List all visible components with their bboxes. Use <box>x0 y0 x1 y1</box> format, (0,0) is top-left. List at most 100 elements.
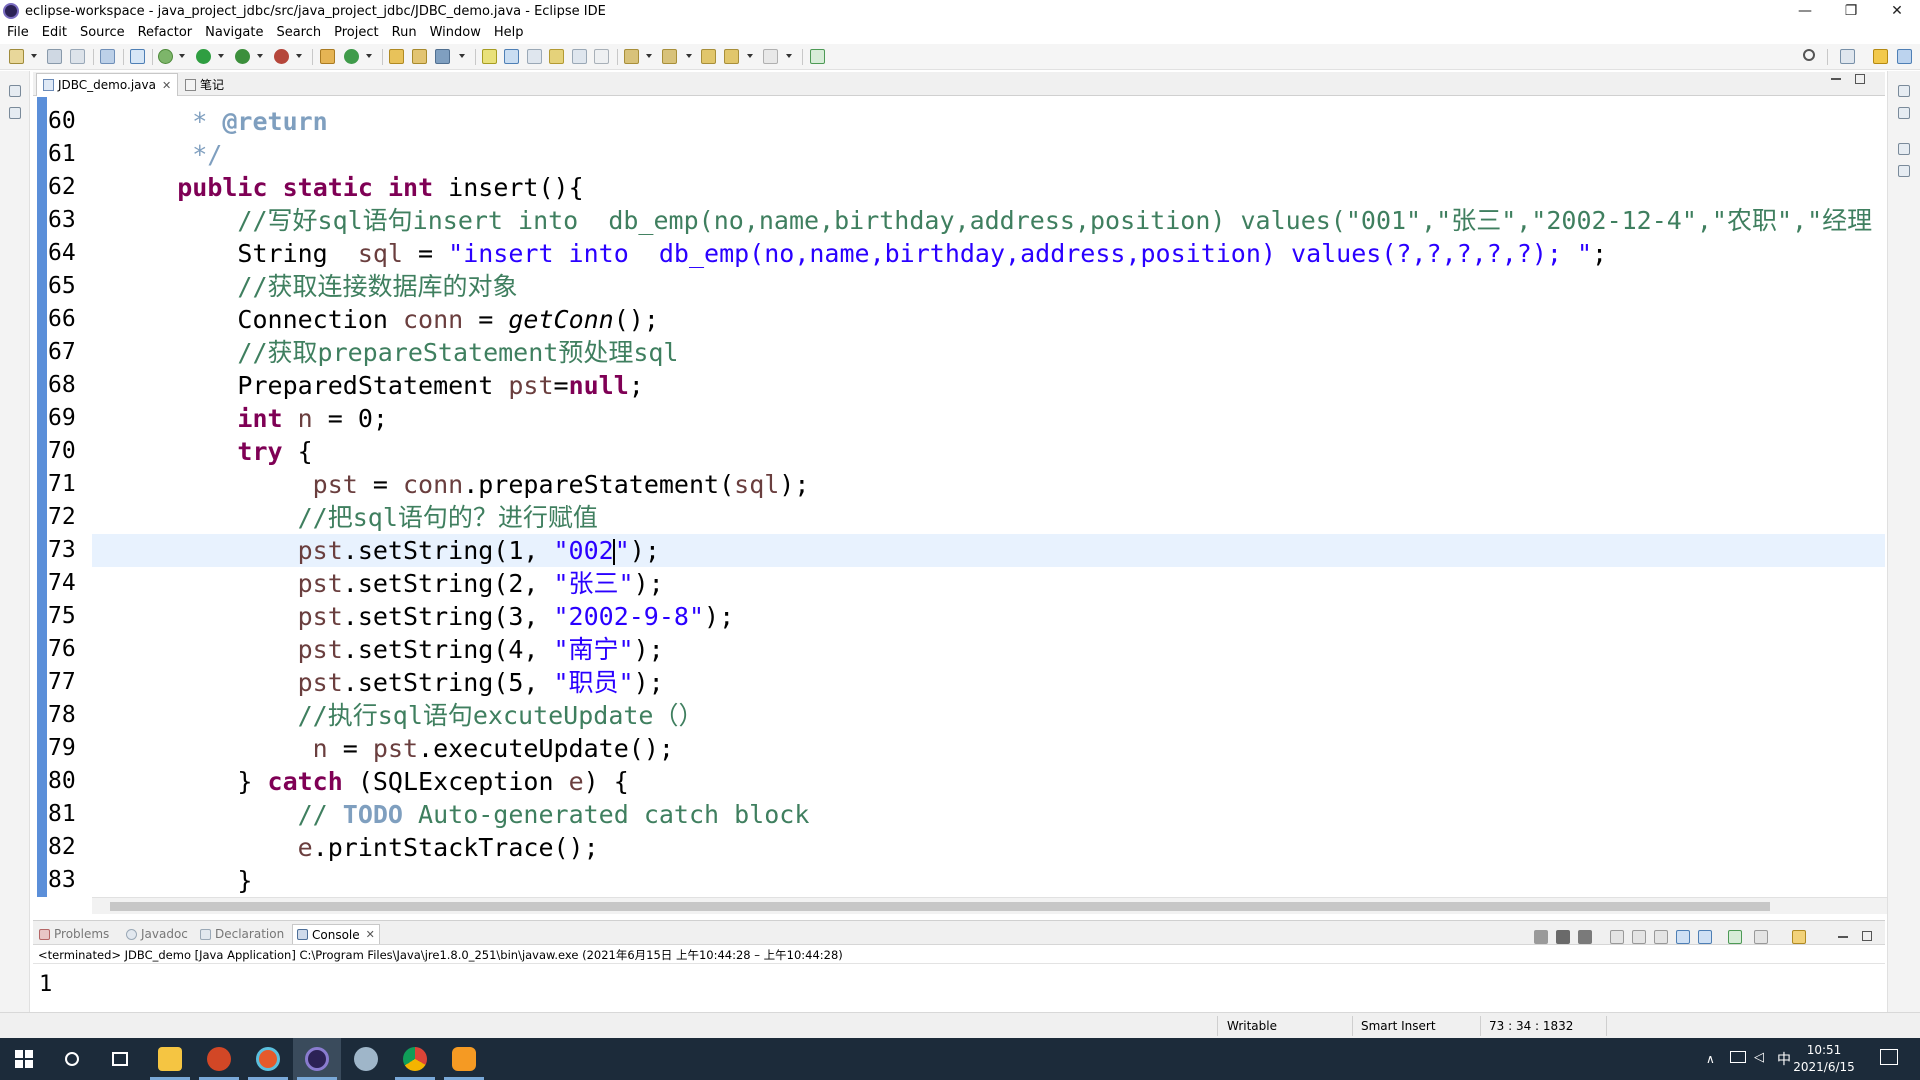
terminate-icon[interactable] <box>1534 930 1548 944</box>
word-wrap-console-icon[interactable] <box>1654 930 1668 944</box>
code-line[interactable]: pst.setString(2, "张三"); <box>117 567 1877 600</box>
taskbar-chrome[interactable] <box>391 1038 439 1080</box>
search-dropdown-icon[interactable] <box>459 54 465 58</box>
code-line[interactable]: //把sql语句的？进行赋值 <box>117 501 1877 534</box>
code-line[interactable]: pst.setString(3, "2002-9-8"); <box>117 600 1877 633</box>
horizontal-scroll-thumb[interactable] <box>110 902 1770 911</box>
last-edit-icon[interactable] <box>701 49 716 64</box>
maximize-editor-icon[interactable] <box>1855 74 1865 84</box>
show-on-error-icon[interactable] <box>1698 930 1712 944</box>
previous-annotation-icon[interactable] <box>662 49 677 64</box>
taskbar-app-5[interactable] <box>342 1038 390 1080</box>
code-line[interactable]: //写好sql语句insert into db_emp(no,name,birt… <box>117 204 1877 237</box>
code-editor[interactable]: 60 61 62 63 64 65 66 67 68 69 70 71 72 73 74 75 76 77 78 79… <box>33 97 1885 897</box>
save-icon[interactable] <box>47 49 62 64</box>
network-icon[interactable] <box>1730 1051 1746 1063</box>
volume-icon[interactable]: ◁ <box>1754 1050 1764 1065</box>
clear-console-icon[interactable] <box>1610 930 1624 944</box>
search-icon[interactable] <box>1803 49 1815 61</box>
restore-outline-icon[interactable] <box>1898 85 1910 97</box>
minimize-editor-icon[interactable] <box>1831 78 1841 80</box>
external-tools-icon[interactable] <box>274 49 289 64</box>
skip-breakpoints-icon[interactable] <box>130 49 145 64</box>
new-class-dropdown-icon[interactable] <box>366 54 372 58</box>
next-annotation-dropdown-icon[interactable] <box>646 54 652 58</box>
next-annotation-icon[interactable] <box>624 49 639 64</box>
pin-editor-icon[interactable] <box>810 49 825 64</box>
status-insert-mode[interactable]: Smart Insert <box>1361 1019 1436 1033</box>
code-line[interactable]: } <box>117 864 1877 897</box>
toggle-block-selection-icon[interactable] <box>504 49 519 64</box>
code-line[interactable]: pst = conn.prepareStatement(sql); <box>117 468 1877 501</box>
code-line[interactable]: pst.setString(5, "职员"); <box>117 666 1877 699</box>
minimize-console-icon[interactable] <box>1838 936 1848 938</box>
code-line[interactable]: String sql = "insert into db_emp(no,name… <box>117 237 1877 270</box>
annotation-icon[interactable] <box>549 49 564 64</box>
remove-all-terminated-icon[interactable] <box>1578 930 1592 944</box>
code-line[interactable]: Connection conn = getConn(); <box>117 303 1877 336</box>
code-line[interactable]: e.printStackTrace(); <box>117 831 1877 864</box>
menu-edit[interactable]: Edit <box>42 25 67 40</box>
debug-dropdown-icon[interactable] <box>179 54 185 58</box>
taskbar-powerpoint[interactable] <box>195 1038 243 1080</box>
close-tab-icon[interactable]: ✕ <box>162 79 171 92</box>
remove-launch-icon[interactable] <box>1556 930 1570 944</box>
coverage-dropdown-icon[interactable] <box>257 54 263 58</box>
code-line[interactable]: * @return <box>117 105 1877 138</box>
run-dropdown-icon[interactable] <box>218 54 224 58</box>
back-icon[interactable] <box>724 49 739 64</box>
code-line[interactable]: */ <box>117 138 1877 171</box>
show-whitespace-icon[interactable] <box>594 49 609 64</box>
maximize-button[interactable]: ❐ <box>1828 0 1874 22</box>
terminal-icon[interactable] <box>100 49 115 64</box>
code-area[interactable]: * @return */ public static int insert(){… <box>117 105 1877 897</box>
menu-source[interactable]: Source <box>80 25 125 40</box>
taskbar-app-7[interactable] <box>440 1038 488 1080</box>
new-dropdown-icon[interactable] <box>31 54 37 58</box>
pin-console-icon[interactable] <box>1728 930 1742 944</box>
taskbar-search-button[interactable] <box>48 1038 96 1080</box>
close-button[interactable]: ✕ <box>1874 0 1920 22</box>
code-line[interactable]: n = pst.executeUpdate(); <box>117 732 1877 765</box>
tab-jdbc-demo[interactable]: JDBC_demo.java ✕ <box>36 73 179 96</box>
taskbar-file-explorer[interactable] <box>146 1038 194 1080</box>
minimize-button[interactable]: — <box>1782 0 1828 22</box>
start-button[interactable] <box>0 1038 48 1080</box>
forward-icon[interactable] <box>763 49 778 64</box>
tab-problems[interactable]: Problems <box>39 924 109 944</box>
menu-project[interactable]: Project <box>334 25 378 40</box>
menu-window[interactable]: Window <box>430 25 481 40</box>
new-file-icon[interactable] <box>9 49 24 64</box>
open-task-icon[interactable] <box>412 49 427 64</box>
forward-dropdown-icon[interactable] <box>786 54 792 58</box>
java-ee-perspective-icon[interactable] <box>1873 49 1888 64</box>
show-on-output-icon[interactable] <box>1676 930 1690 944</box>
maximize-console-icon[interactable] <box>1862 931 1872 941</box>
code-line[interactable]: PreparedStatement pst=null; <box>117 369 1877 402</box>
taskbar-clock[interactable]: 10:51 2021/6/15 <box>1784 1042 1864 1076</box>
external-tools-dropdown-icon[interactable] <box>296 54 302 58</box>
menu-run[interactable]: Run <box>392 25 417 40</box>
outline-icon[interactable] <box>1898 165 1910 177</box>
menu-help[interactable]: Help <box>494 25 524 40</box>
code-line[interactable]: public static int insert(){ <box>117 171 1877 204</box>
code-line[interactable]: int n = 0; <box>117 402 1877 435</box>
notification-icon[interactable] <box>1880 1049 1898 1065</box>
task-view-button[interactable] <box>96 1038 144 1080</box>
open-console-icon[interactable] <box>1792 930 1806 944</box>
status-cursor-position[interactable]: 73 : 34 : 1832 <box>1489 1019 1573 1033</box>
save-all-icon[interactable] <box>70 49 85 64</box>
code-line[interactable]: pst.setString(1, "002"); <box>117 534 1877 567</box>
word-wrap-icon[interactable] <box>527 49 542 64</box>
run-icon[interactable] <box>196 49 211 64</box>
menu-navigate[interactable]: Navigate <box>205 25 263 40</box>
restore-view-icon[interactable] <box>9 85 21 97</box>
new-package-icon[interactable] <box>320 49 335 64</box>
code-line[interactable]: // TODO Auto-generated catch block <box>117 798 1877 831</box>
new-class-icon[interactable] <box>344 49 359 64</box>
tab-console[interactable]: Console ✕ <box>292 924 380 944</box>
display-console-icon[interactable] <box>1754 930 1768 944</box>
tab-notes[interactable]: 笔记 <box>179 73 230 96</box>
coverage-icon[interactable] <box>235 49 250 64</box>
code-line[interactable]: //获取prepareStatement预处理sql <box>117 336 1877 369</box>
